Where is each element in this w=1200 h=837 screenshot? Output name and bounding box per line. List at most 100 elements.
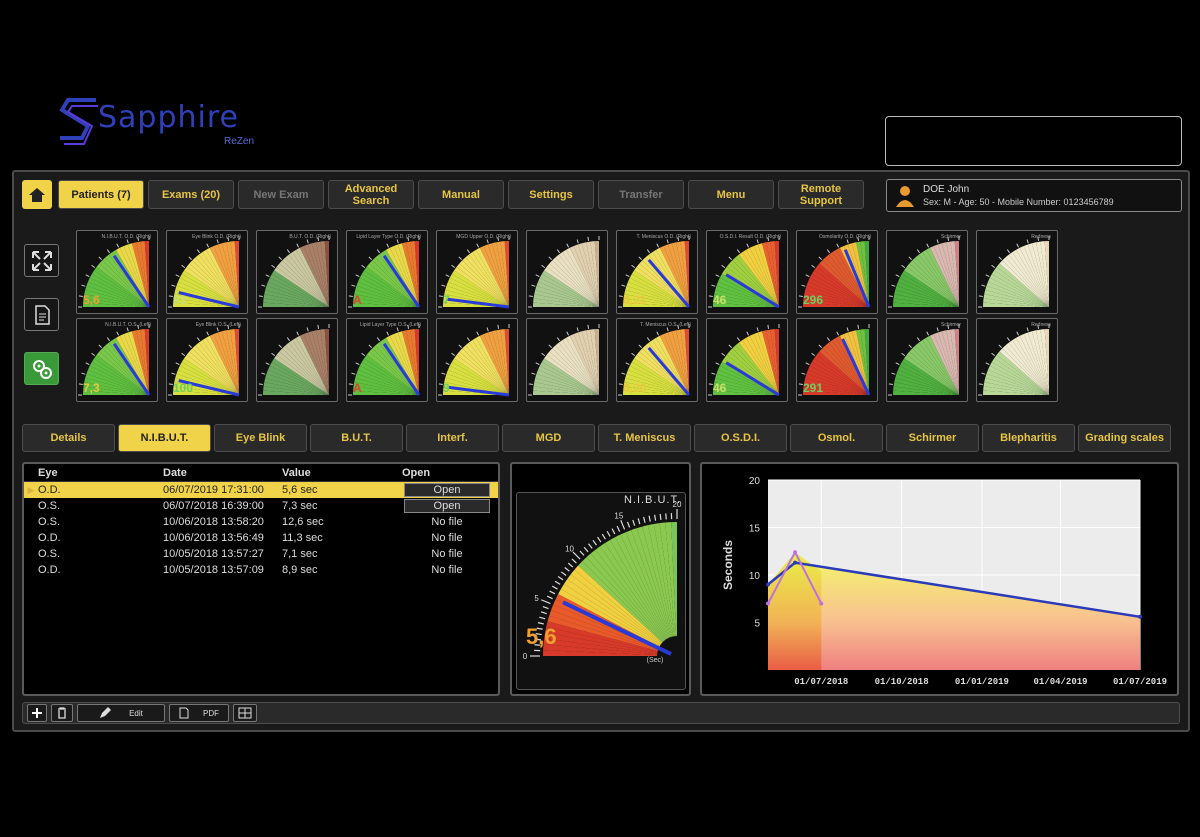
open-button[interactable]: Open	[404, 499, 490, 513]
pencil-icon	[100, 707, 112, 718]
tab-o-s-d-i[interactable]: O.S.D.I.	[694, 424, 787, 452]
x-tick-label: 01/04/2019	[1034, 677, 1088, 687]
table-row[interactable]: O.S. 10/06/2018 13:58:20 12,6 sec No file	[24, 514, 498, 530]
gauge-tile[interactable]: Redness	[976, 318, 1058, 402]
mini-gauge-tick	[891, 284, 896, 287]
tile-label: Eye Blink O.D. (Right)	[192, 234, 241, 240]
tab-schirmer[interactable]: Schirmer	[886, 424, 979, 452]
gauge-tile[interactable]: Redness	[976, 230, 1058, 314]
nav-advanced-search[interactable]: Advanced Search	[328, 180, 414, 209]
tab-n-i-b-u-t[interactable]: N.I.B.U.T.	[118, 424, 211, 452]
tab-interf[interactable]: Interf.	[406, 424, 499, 452]
tile-label: Schirmer	[940, 322, 961, 328]
add-button[interactable]	[27, 704, 47, 722]
gauge-tile[interactable]: Eye Blink O.S. (Left) 100	[166, 318, 248, 402]
gauge-tick	[611, 528, 616, 535]
nav-remote-support[interactable]: Remote Support	[778, 180, 864, 209]
gauge-tile[interactable]: Osmolarity O.D. (Right) 296	[796, 230, 878, 314]
gauge-tile[interactable]	[526, 318, 608, 402]
mini-gauge-tick	[531, 372, 536, 375]
gauge-title: N.I.B.U.T.	[623, 494, 681, 506]
mini-gauge-tick	[587, 236, 590, 241]
layout-button[interactable]	[233, 704, 257, 722]
mini-gauge-tick	[396, 327, 399, 332]
gauge-tile[interactable]: Schirmer	[886, 318, 968, 402]
gauge-tile[interactable]: Lipid Layer Type O.D. (Right) A	[346, 230, 428, 314]
open-button[interactable]: Open	[404, 483, 490, 497]
nav-new-exam[interactable]: New Exam	[238, 180, 324, 209]
table-row[interactable]: O.D. 10/05/2018 13:57:09 8,9 sec No file	[24, 562, 498, 578]
gauge-tile[interactable]: B.U.T. O.D. (Right)	[256, 230, 338, 314]
home-button[interactable]	[22, 180, 52, 209]
report-button[interactable]	[24, 298, 59, 331]
mini-gauge-tick	[466, 337, 471, 342]
cell-open[interactable]: Open	[402, 499, 492, 513]
nav-manual[interactable]: Manual	[418, 180, 504, 209]
gauge-tile[interactable]: MGD Upper O.D. (Right) 7	[436, 230, 518, 314]
tab-t-meniscus[interactable]: T. Meniscus	[598, 424, 691, 452]
table-row[interactable]: O.D. 10/06/2018 13:56:49 11,3 sec No file	[24, 530, 498, 546]
gauge-tile[interactable]: 9	[436, 318, 518, 402]
gauge-tile[interactable]: 46	[706, 318, 788, 402]
mini-gauge-tick	[258, 295, 263, 298]
nav-exams-20[interactable]: Exams (20)	[148, 180, 234, 209]
mini-gauge-tick	[535, 362, 540, 366]
mini-gauge-tick	[486, 327, 489, 332]
gauge-tile[interactable]: Schirmer	[886, 230, 968, 314]
nav-patients-7[interactable]: Patients (7)	[58, 180, 144, 209]
mini-gauge-tick	[441, 284, 446, 287]
mini-gauge-tick	[548, 256, 552, 260]
mini-gauge-tick	[535, 274, 540, 278]
gauge-tile[interactable]: 291	[796, 318, 878, 402]
gauge-tick	[572, 551, 581, 560]
nav-transfer[interactable]: Transfer	[598, 180, 684, 209]
tab-mgd[interactable]: MGD	[502, 424, 595, 452]
data-point	[793, 560, 798, 565]
col-date: Date	[163, 466, 187, 479]
mini-gauge-tick	[811, 352, 816, 357]
mini-gauge-tick	[196, 249, 201, 254]
tile-value: 46	[713, 293, 727, 307]
cell-date: 10/05/2018 13:57:09	[163, 564, 264, 576]
y-tick-label: 10	[749, 571, 761, 582]
gauge-tile[interactable]: T. Meniscus O.S. (Left) 0,20	[616, 318, 698, 402]
cell-open[interactable]: Open	[402, 483, 492, 497]
mini-gauge-tick	[888, 383, 893, 386]
delete-button[interactable]	[51, 704, 73, 722]
mini-gauge-tick	[566, 243, 570, 248]
gauge-tile[interactable]	[526, 230, 608, 314]
mini-gauge-tick	[767, 324, 770, 329]
nav-settings[interactable]: Settings	[508, 180, 594, 209]
patient-info[interactable]: DOE John Sex: M - Age: 50 - Mobile Numbe…	[886, 179, 1182, 212]
mini-gauge-tick	[85, 362, 90, 366]
gauge-tile[interactable]: O.S.D.I. Result O.D. (Right) 46	[706, 230, 788, 314]
gauge-tick	[571, 558, 577, 564]
pdf-button[interactable]: PDF	[169, 704, 229, 722]
mini-gauge	[258, 236, 330, 308]
gauge-tick	[579, 550, 585, 556]
gauge-tile[interactable]: T. Meniscus O.D. (Right) 0,21	[616, 230, 698, 314]
tab-details[interactable]: Details	[22, 424, 115, 452]
table-row[interactable]: O.S. 10/05/2018 13:57:27 7,1 sec No file	[24, 546, 498, 562]
no-file-label: No file	[431, 516, 463, 528]
mini-gauge-tick	[396, 239, 399, 244]
gauge-tile[interactable]: Eye Blink O.D. (Right) 88	[166, 230, 248, 314]
tab-grading-scales[interactable]: Grading scales	[1078, 424, 1171, 452]
compare-button[interactable]	[24, 352, 59, 385]
tab-b-u-t[interactable]: B.U.T.	[310, 424, 403, 452]
gauge-tile[interactable]: N.I.B.U.T. O.D. (Right) 5,6	[76, 230, 158, 314]
gauge-tile[interactable]: N.I.B.U.T. O.S. (Left) 7,3	[76, 318, 158, 402]
tab-eye-blink[interactable]: Eye Blink	[214, 424, 307, 452]
tab-blepharitis[interactable]: Blepharitis	[982, 424, 1075, 452]
edit-button[interactable]: Edit	[77, 704, 165, 722]
gauge-tile[interactable]	[256, 318, 338, 402]
mini-gauge-tick	[836, 243, 840, 248]
table-row[interactable]: ▶ O.D. 06/07/2019 17:31:00 5,6 sec Open	[24, 482, 498, 498]
fullscreen-button[interactable]	[24, 244, 59, 277]
mini-gauge-tick	[81, 284, 86, 287]
gauge-tile[interactable]: Lipid Layer Type O.S. (Left) A	[346, 318, 428, 402]
table-row[interactable]: O.S. 06/07/2018 16:39:00 7,3 sec Open	[24, 498, 498, 514]
mini-gauge-tick	[171, 284, 176, 287]
tab-osmol[interactable]: Osmol.	[790, 424, 883, 452]
nav-menu[interactable]: Menu	[688, 180, 774, 209]
